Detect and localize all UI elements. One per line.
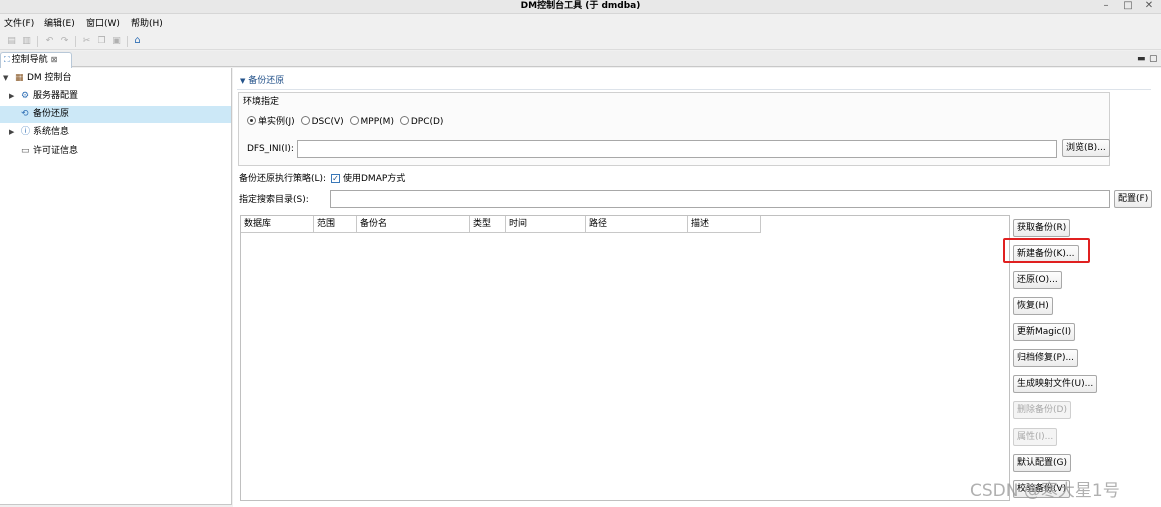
maximize-view-icon[interactable]: ▢ (1149, 52, 1158, 66)
cut-icon[interactable]: ✂ (81, 36, 92, 46)
copy-icon[interactable]: ❐ (96, 36, 107, 46)
tree-item-server-config[interactable]: ▶ ⚙ 服务器配置 (0, 88, 231, 105)
archive-repair-button[interactable]: 归档修复(P)... (1013, 349, 1079, 367)
tab-control-navigation[interactable]: ⛶ 控制导航 ⊠ (0, 52, 72, 68)
maximize-icon[interactable]: □ (1120, 0, 1136, 13)
menu-window[interactable]: 窗口(W) (86, 18, 120, 30)
save-all-icon[interactable]: ▥ (21, 36, 32, 46)
toolbar-separator (37, 36, 38, 47)
radio-dsc[interactable]: DSC(V) (300, 116, 344, 128)
close-window-icon[interactable]: ✕ (1141, 0, 1157, 13)
toolbar-separator (75, 36, 76, 47)
use-dmap-checkbox[interactable]: ✓ (331, 174, 340, 183)
radio-icon (399, 116, 409, 125)
undo-icon[interactable]: ↶ (44, 36, 55, 46)
radio-icon (349, 116, 359, 125)
column-header-path[interactable]: 路径 (586, 216, 688, 233)
tree-item-label: 服务器配置 (33, 91, 79, 101)
browse-button[interactable]: 浏览(B)... (1062, 139, 1110, 157)
navigation-tree: ▼ ▦ DM 控制台 ▶ ⚙ 服务器配置 ⟲ 备份还原 ▶ ⓘ 系统信息 ▭ 许… (0, 68, 232, 505)
menu-file[interactable]: 文件(F) (4, 18, 34, 30)
radio-label: DPC(D) (410, 117, 444, 127)
column-header-scope[interactable]: 范围 (314, 216, 357, 233)
generate-map-file-button[interactable]: 生成映射文件(U)... (1013, 375, 1098, 393)
minimize-view-icon[interactable]: ▬ (1137, 52, 1146, 66)
tree-item-label: DM 控制台 (27, 73, 72, 83)
console-icon: ▦ (15, 73, 24, 83)
radio-label: MPP(M) (360, 117, 394, 127)
use-dmap-label[interactable]: 使用DMAP方式 (343, 173, 405, 185)
dfs-ini-label: DFS_INI(I): (247, 144, 294, 154)
tree-item-label: 系统信息 (33, 127, 70, 137)
column-header-type[interactable]: 类型 (470, 216, 506, 233)
tree-item-label: 备份还原 (33, 109, 70, 119)
minimize-icon[interactable]: – (1098, 0, 1114, 13)
menu-edit[interactable]: 编辑(E) (44, 18, 75, 30)
expand-arrow-icon[interactable]: ▶ (9, 88, 14, 105)
navigator-icon: ⛶ (4, 55, 10, 64)
tree-item-dm-console[interactable]: ▼ ▦ DM 控制台 (0, 70, 231, 87)
tree-item-backup-restore[interactable]: ⟲ 备份还原 (0, 106, 231, 123)
view-tab-bar: ⛶ 控制导航 ⊠ ▬ ▢ (0, 51, 1161, 68)
get-backup-button[interactable]: 获取备份(R) (1013, 219, 1071, 237)
strategy-label: 备份还原执行策略(L): (239, 174, 327, 184)
environment-group: 环境指定 单实例(J) DSC(V) MPP(M) DPC(D) DFS_INI… (238, 92, 1110, 166)
environment-options: 单实例(J) DSC(V) MPP(M) DPC(D) (247, 116, 446, 128)
expand-arrow-icon[interactable]: ▶ (9, 124, 14, 141)
collapse-arrow-icon[interactable]: ▼ (240, 77, 245, 85)
column-header-backup-name[interactable]: 备份名 (357, 216, 470, 233)
radio-label: DSC(V) (311, 117, 344, 127)
license-icon: ▭ (21, 146, 30, 156)
annotation-highlight-box (1003, 238, 1090, 263)
config-button[interactable]: 配置(F) (1114, 190, 1153, 208)
delete-backup-button[interactable]: 删除备份(D) (1013, 401, 1071, 419)
section-title: 备份还原 (248, 76, 285, 86)
radio-single-instance[interactable]: 单实例(J) (247, 116, 295, 128)
paste-icon[interactable]: ▣ (111, 36, 122, 46)
radio-label: 单实例(J) (258, 117, 295, 127)
recover-button[interactable]: 恢复(H) (1013, 297, 1053, 315)
section-divider (237, 89, 1151, 90)
column-header-description[interactable]: 描述 (688, 216, 761, 233)
watermark: CSDN @寒大星1号 (970, 481, 1120, 501)
default-config-button[interactable]: 默认配置(G) (1013, 454, 1071, 472)
toolbar-separator (127, 36, 128, 47)
radio-selected-icon (247, 116, 256, 125)
search-dir-input[interactable] (330, 190, 1110, 208)
radio-mpp[interactable]: MPP(M) (349, 116, 394, 128)
server-config-icon: ⚙ (21, 91, 30, 101)
toolbar: ▤ ▥ ↶ ↷ ✂ ❐ ▣ ⌂ (0, 33, 1161, 50)
menu-bar: 文件(F) 编辑(E) 窗口(W) 帮助(H) (0, 15, 1161, 33)
radio-dpc[interactable]: DPC(D) (399, 116, 444, 128)
backup-restore-panel: ▼ 备份还原 环境指定 单实例(J) DSC(V) MPP(M) DPC(D) … (233, 68, 1161, 507)
update-magic-button[interactable]: 更新Magic(I) (1013, 323, 1076, 341)
home-icon[interactable]: ⌂ (132, 36, 143, 46)
collapse-arrow-icon[interactable]: ▼ (3, 70, 8, 87)
properties-button[interactable]: 属性(I)... (1013, 428, 1058, 446)
info-icon: ⓘ (21, 127, 31, 137)
menu-help[interactable]: 帮助(H) (131, 18, 163, 30)
redo-icon[interactable]: ↷ (59, 36, 70, 46)
save-icon[interactable]: ▤ (6, 36, 17, 46)
window-title: DM控制台工具 (于 dmdba) (520, 1, 641, 11)
tab-label: 控制导航 (11, 55, 48, 65)
section-header[interactable]: ▼ 备份还原 (240, 75, 284, 87)
tree-item-label: 许可证信息 (33, 146, 79, 156)
search-dir-label: 指定搜索目录(S): (239, 195, 309, 205)
close-tab-icon[interactable]: ⊠ (51, 55, 58, 64)
tree-item-license-info[interactable]: ▭ 许可证信息 (0, 143, 231, 160)
backup-table[interactable]: 数据库 范围 备份名 类型 时间 路径 描述 (240, 215, 1010, 501)
column-header-time[interactable]: 时间 (506, 216, 586, 233)
radio-icon (300, 116, 310, 125)
column-header-database[interactable]: 数据库 (241, 216, 314, 233)
restore-button[interactable]: 还原(O)... (1013, 271, 1062, 289)
window-titlebar: DM控制台工具 (于 dmdba) (0, 0, 1161, 14)
dfs-ini-input[interactable] (297, 140, 1057, 158)
tree-item-system-info[interactable]: ▶ ⓘ 系统信息 (0, 124, 231, 141)
backup-restore-icon: ⟲ (21, 109, 29, 119)
environment-group-title: 环境指定 (243, 94, 280, 107)
